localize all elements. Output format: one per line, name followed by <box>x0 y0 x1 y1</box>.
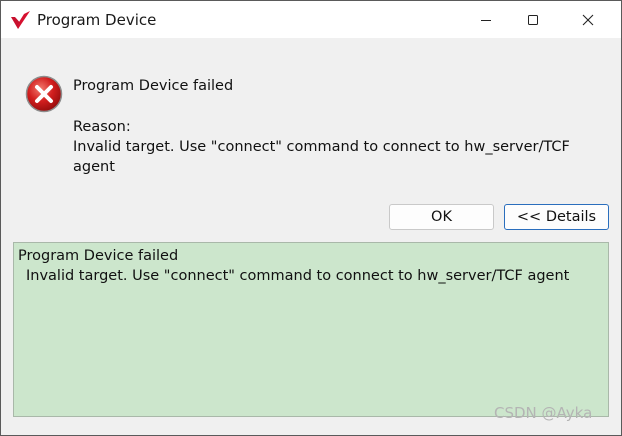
close-icon <box>582 14 594 25</box>
close-button[interactable] <box>565 1 611 38</box>
maximize-button[interactable] <box>510 1 556 38</box>
details-text-area[interactable]: Program Device failed Invalid target. Use… <box>13 242 609 417</box>
details-line1: Program Device failed <box>18 248 179 264</box>
ok-button[interactable]: OK <box>389 204 494 230</box>
program-device-dialog: Program Device Program Device failed Rea… <box>0 0 622 436</box>
error-headline: Program Device failed <box>73 78 234 94</box>
reason-text-line1: Invalid target. Use "connect" command to… <box>73 139 570 155</box>
vivado-logo-icon <box>10 10 32 30</box>
details-line2: Invalid target. Use "connect" command to… <box>26 268 570 284</box>
error-icon <box>25 75 63 113</box>
reason-text-line2: agent <box>73 159 115 175</box>
watermark: CSDN @Ayka <box>494 404 593 422</box>
maximize-icon <box>528 14 538 25</box>
minimize-icon <box>481 19 491 21</box>
title-bar[interactable]: Program Device <box>1 1 621 38</box>
reason-label: Reason: <box>73 119 131 135</box>
window-title: Program Device <box>37 11 157 29</box>
minimize-button[interactable] <box>463 1 509 38</box>
details-toggle-button[interactable]: << Details <box>504 204 609 230</box>
